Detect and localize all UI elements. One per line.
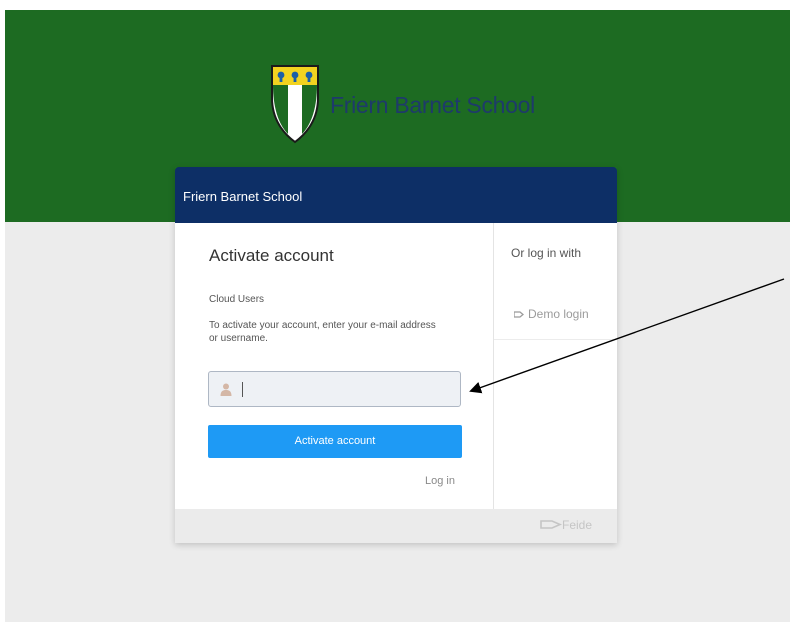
username-input[interactable] bbox=[245, 372, 459, 408]
text-cursor bbox=[242, 382, 243, 397]
person-icon bbox=[220, 383, 232, 396]
or-login-with-label: Or log in with bbox=[511, 246, 582, 260]
side-separator bbox=[494, 339, 617, 340]
instructions-text: To activate your account, enter your e-m… bbox=[209, 320, 436, 344]
footer-brand: Feide bbox=[540, 517, 592, 532]
card-header: Friern Barnet School bbox=[175, 167, 617, 223]
school-name-logo-text: Friern Barnet School bbox=[330, 92, 535, 118]
card-header-title: Friern Barnet School bbox=[183, 189, 303, 204]
demo-login-icon bbox=[514, 311, 524, 318]
school-crest-icon bbox=[271, 65, 319, 144]
brand-logo-icon bbox=[540, 520, 562, 530]
card-divider bbox=[493, 223, 494, 509]
page-title: Activate account bbox=[209, 246, 334, 265]
school-logo: Friern Barnet School bbox=[268, 64, 568, 144]
demo-login-label: Demo login bbox=[528, 307, 589, 321]
cloud-users-label: Cloud Users bbox=[209, 294, 265, 305]
activate-account-button[interactable]: Activate account bbox=[208, 425, 462, 458]
activate-card: Friern Barnet School Activate account Cl… bbox=[175, 167, 617, 543]
username-field[interactable] bbox=[208, 371, 461, 408]
login-link[interactable]: Log in bbox=[425, 475, 455, 487]
demo-login-button[interactable]: Demo login bbox=[514, 307, 589, 321]
footer-brand-text: Feide bbox=[562, 517, 593, 532]
